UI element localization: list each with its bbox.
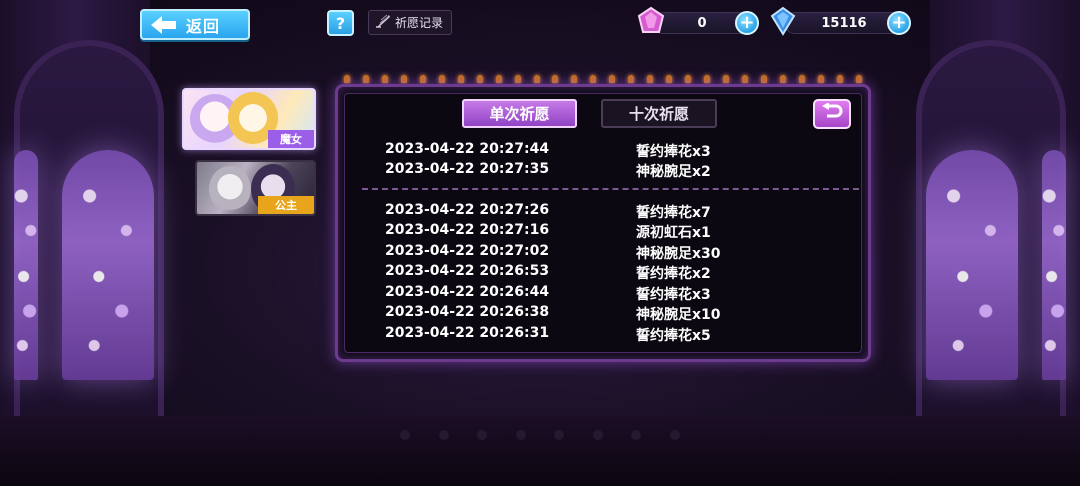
plus-icon: +	[739, 12, 755, 33]
character-tab-witch[interactable]: 魔女	[182, 88, 316, 150]
left-small-window	[14, 150, 38, 380]
blue-crystal-icon	[770, 6, 796, 40]
record-row: 2023-04-22 20:26:38 神秘腕足x10	[385, 304, 785, 324]
record-row: 2023-04-22 20:27:16 源初虹石x1	[385, 222, 785, 242]
record-item: 誓约捧花x3	[636, 144, 711, 160]
record-time: 2023-04-22 20:27:16	[385, 222, 550, 238]
pink-gem-icon	[637, 6, 665, 40]
record-time: 2023-04-22 20:27:35	[385, 161, 550, 177]
record-row: 2023-04-22 20:26:53 誓约捧花x2	[385, 263, 785, 283]
undo-icon	[821, 102, 843, 125]
record-row: 2023-04-22 20:26:44 誓约捧花x3	[385, 284, 785, 304]
add-pink-gem-button[interactable]: +	[735, 11, 759, 35]
record-item: 神秘腕足x10	[636, 307, 721, 323]
princess-portrait	[209, 166, 251, 212]
record-item: 神秘腕足x2	[636, 164, 711, 180]
record-item: 神秘腕足x30	[636, 246, 721, 262]
pink-gem-value: 0	[697, 15, 707, 31]
record-row: 2023-04-22 20:27:35 神秘腕足x2	[385, 161, 785, 181]
tab-single-pray[interactable]: 单次祈愿	[462, 99, 577, 128]
character-tab-princess[interactable]: 公主	[195, 160, 316, 216]
record-time: 2023-04-22 20:27:02	[385, 243, 550, 259]
record-item: 誓约捧花x3	[636, 287, 711, 303]
record-time: 2023-04-22 20:26:31	[385, 325, 550, 341]
history-button[interactable]: 祈愿记录	[368, 10, 452, 35]
tab-ten-pray[interactable]: 十次祈愿	[601, 99, 717, 128]
record-time: 2023-04-22 20:26:53	[385, 263, 550, 279]
right-stained-window	[926, 150, 1018, 380]
blue-crystal-value: 15116	[821, 15, 867, 31]
quill-icon	[375, 14, 391, 31]
blue-crystal-counter: 15116	[784, 12, 904, 34]
record-time: 2023-04-22 20:27:44	[385, 141, 550, 157]
record-time: 2023-04-22 20:26:38	[385, 304, 550, 320]
right-small-window	[1042, 150, 1066, 380]
question-icon: ?	[335, 13, 346, 33]
record-row: 2023-04-22 20:26:31 誓约捧花x5	[385, 325, 785, 345]
record-item: 誓约捧花x7	[636, 205, 711, 221]
record-time: 2023-04-22 20:26:44	[385, 284, 550, 300]
history-label: 祈愿记录	[395, 16, 444, 30]
help-button[interactable]: ?	[327, 10, 354, 36]
record-divider	[362, 188, 859, 190]
floor	[0, 416, 1080, 486]
record-row: 2023-04-22 20:27:44 誓约捧花x3	[385, 141, 785, 161]
left-stained-window	[62, 150, 154, 380]
return-button[interactable]	[813, 99, 851, 129]
character-label-princess: 公主	[258, 196, 314, 214]
arrow-left-icon	[142, 11, 186, 38]
back-label: 返回	[186, 16, 221, 36]
plus-icon: +	[891, 12, 907, 33]
record-time: 2023-04-22 20:27:26	[385, 202, 550, 218]
add-blue-crystal-button[interactable]: +	[887, 11, 911, 35]
record-row: 2023-04-22 20:27:26 誓约捧花x7	[385, 202, 785, 222]
record-item: 誓约捧花x5	[636, 328, 711, 344]
record-item: 誓约捧花x2	[636, 266, 711, 282]
record-row: 2023-04-22 20:27:02 神秘腕足x30	[385, 243, 785, 263]
floor-lights	[400, 430, 680, 444]
character-label-witch: 魔女	[268, 130, 314, 148]
record-item: 源初虹石x1	[636, 225, 711, 241]
back-button[interactable]: 返回	[140, 9, 250, 40]
